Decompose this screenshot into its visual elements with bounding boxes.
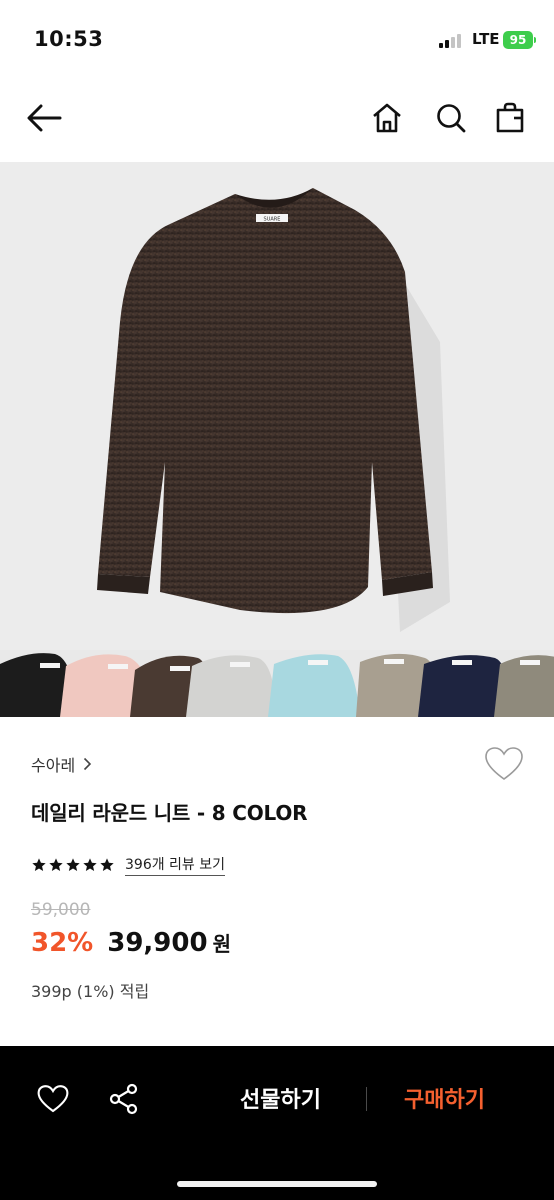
original-price: 59,000 xyxy=(31,900,91,920)
buy-button[interactable]: 구매하기 xyxy=(404,1082,485,1114)
back-arrow-icon xyxy=(27,104,62,132)
wishlist-button[interactable] xyxy=(484,746,524,786)
signal-strength-icon xyxy=(439,34,465,48)
battery-tip xyxy=(534,37,536,43)
search-icon xyxy=(437,104,466,133)
bottom-action-bar: 선물하기 구매하기 xyxy=(0,1046,554,1200)
heart-icon xyxy=(37,1085,69,1113)
home-indicator[interactable] xyxy=(177,1181,377,1187)
gift-button[interactable]: 선물하기 xyxy=(240,1082,321,1114)
rating-stars xyxy=(31,857,115,873)
garment-label: SUARE xyxy=(264,217,281,223)
share-icon xyxy=(109,1083,138,1115)
star-icon xyxy=(100,858,114,871)
star-icon xyxy=(49,858,63,871)
bottom-wishlist-button[interactable] xyxy=(32,1078,74,1120)
sweater-image: SUARE xyxy=(0,162,554,650)
star-icon xyxy=(83,858,97,871)
status-time: 10:53 xyxy=(34,27,104,51)
back-button[interactable] xyxy=(22,96,66,140)
battery-icon: 95 xyxy=(503,31,533,49)
chevron-right-icon xyxy=(84,757,92,771)
currency-unit: 원 xyxy=(212,932,231,956)
cart-button[interactable] xyxy=(488,96,532,140)
sale-price: 39,900 xyxy=(107,928,208,958)
search-button[interactable] xyxy=(429,96,473,140)
color-thumbnails xyxy=(0,650,554,717)
reward-points: 399p (1%) 적립 xyxy=(31,982,150,1001)
rating-row: 396개 리뷰 보기 xyxy=(31,854,226,876)
price-row: 32% 39,900 원 xyxy=(31,928,231,958)
review-link[interactable]: 396개 리뷰 보기 xyxy=(125,854,226,876)
product-image[interactable]: SUARE xyxy=(0,162,554,650)
brand-link[interactable]: 수아레 xyxy=(31,752,92,776)
top-navigation xyxy=(0,80,554,162)
star-icon xyxy=(32,858,46,871)
bag-icon xyxy=(496,102,524,133)
star-icon xyxy=(66,858,80,871)
color-thumbnail-strip[interactable] xyxy=(0,650,554,717)
heart-icon xyxy=(485,747,523,780)
home-icon xyxy=(373,103,401,133)
brand-name: 수아레 xyxy=(31,756,76,775)
button-divider xyxy=(366,1087,367,1111)
status-bar: 10:53 LTE 95 xyxy=(0,0,554,80)
discount-rate: 32% xyxy=(31,928,94,958)
product-title: 데일리 라운드 니트 - 8 COLOR xyxy=(31,801,308,825)
network-type: LTE xyxy=(472,30,500,48)
home-button[interactable] xyxy=(365,96,409,140)
share-button[interactable] xyxy=(103,1078,145,1120)
